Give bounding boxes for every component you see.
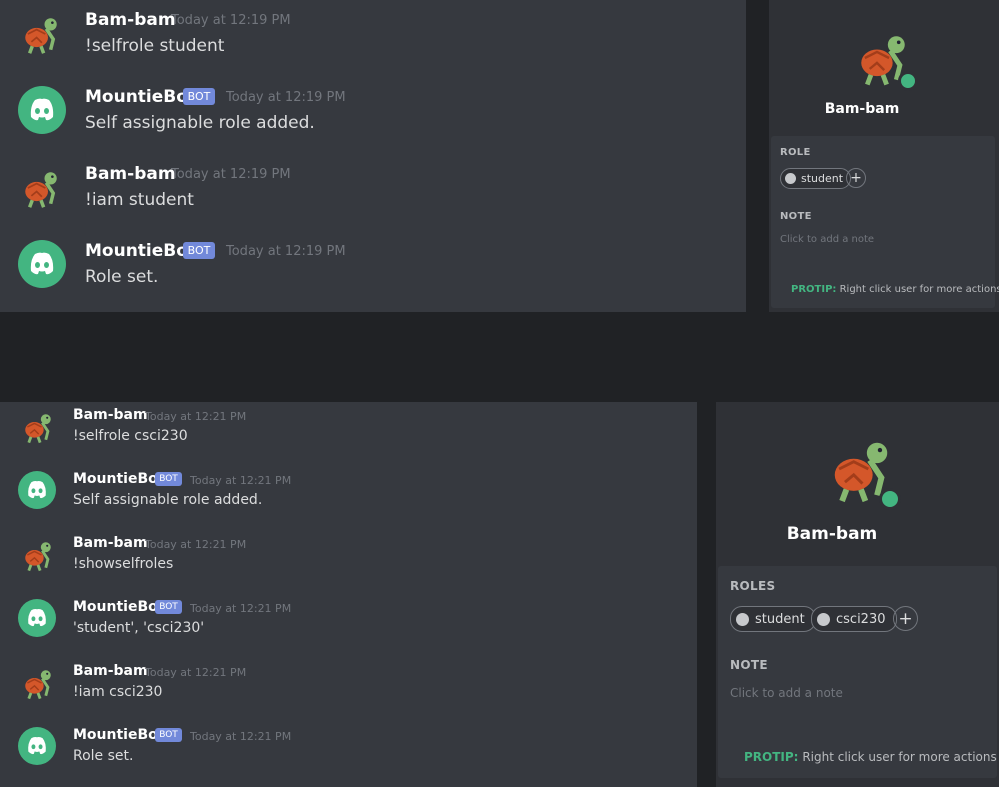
message-text: !selfrole csci230: [73, 428, 188, 444]
message: Bam-bam Today at 12:21 PM !showselfroles: [0, 530, 697, 594]
message: Bam-bam Today at 12:21 PM !iam csci230: [0, 658, 697, 722]
username[interactable]: MountieBot: [85, 87, 196, 107]
turtle-avatar[interactable]: [21, 665, 55, 701]
profile-body: ROLE student + NOTE Click to add a note …: [771, 136, 999, 308]
turtle-avatar[interactable]: [21, 537, 55, 573]
message-text: 'student', 'csci230': [73, 620, 205, 636]
turtle-avatar[interactable]: [20, 13, 62, 55]
add-role-button[interactable]: +: [893, 606, 918, 631]
timestamp: Today at 12:19 PM: [226, 90, 346, 105]
username[interactable]: MountieBot: [73, 727, 164, 743]
role-pill[interactable]: csci230: [811, 606, 897, 632]
username[interactable]: Bam-bam: [73, 407, 148, 423]
message-text: Role set.: [73, 748, 134, 764]
timestamp: Today at 12:19 PM: [171, 13, 291, 28]
protip-text: Right click user for more actions: [802, 750, 997, 764]
protip-label: PROTIP:: [744, 750, 799, 764]
message-text: !selfrole student: [85, 36, 225, 56]
bot-badge: BOT: [183, 88, 215, 105]
note-input[interactable]: Click to add a note: [730, 686, 843, 700]
timestamp: Today at 12:21 PM: [145, 538, 247, 551]
top-chat-panel: Bam-bam Today at 12:19 PM !selfrole stud…: [0, 0, 746, 312]
bot-badge: BOT: [155, 728, 182, 742]
timestamp: Today at 12:21 PM: [145, 410, 247, 423]
role-color-dot: [785, 173, 796, 184]
username[interactable]: MountieBot: [73, 471, 164, 487]
username[interactable]: Bam-bam: [73, 663, 148, 679]
message-text: !iam student: [85, 190, 194, 210]
message-text: Self assignable role added.: [73, 492, 263, 508]
add-role-button[interactable]: +: [846, 168, 866, 188]
top-profile-popout: Bam-bam ROLE student + NOTE Click to add…: [769, 0, 999, 312]
message-text: !iam csci230: [73, 684, 163, 700]
discord-avatar[interactable]: [18, 86, 66, 134]
note-input[interactable]: Click to add a note: [780, 234, 874, 245]
bottom-profile-popout: Bam-bam ROLES student csci230 + NOTE Cli…: [716, 402, 999, 787]
message: MountieBot BOT Today at 12:19 PM Role se…: [0, 231, 746, 308]
discord-avatar[interactable]: [18, 727, 56, 765]
bot-badge: BOT: [183, 242, 215, 259]
protip: PROTIP: Right click user for more action…: [744, 750, 997, 764]
timestamp: Today at 12:19 PM: [171, 167, 291, 182]
profile-name: Bam-bam: [786, 524, 878, 544]
online-status-icon: [898, 71, 918, 91]
role-name: csci230: [836, 611, 886, 627]
role-pill[interactable]: student: [730, 606, 816, 632]
message: Bam-bam Today at 12:19 PM !selfrole stud…: [0, 0, 746, 77]
username[interactable]: MountieBot: [73, 599, 164, 615]
message: MountieBot BOT Today at 12:19 PM Self as…: [0, 77, 746, 154]
note-label: NOTE: [730, 658, 768, 672]
turtle-avatar[interactable]: [21, 409, 55, 445]
roles-label: ROLES: [730, 579, 776, 593]
discord-avatar[interactable]: [18, 471, 56, 509]
timestamp: Today at 12:21 PM: [190, 474, 292, 487]
protip-label: PROTIP:: [791, 284, 837, 295]
message: MountieBot BOT Today at 12:21 PM Self as…: [0, 466, 697, 530]
roles-label: ROLE: [780, 147, 811, 158]
bot-badge: BOT: [155, 472, 182, 486]
discord-avatar[interactable]: [18, 240, 66, 288]
message: Bam-bam Today at 12:19 PM !iam student: [0, 154, 746, 231]
profile-name: Bam-bam: [824, 101, 900, 117]
username[interactable]: Bam-bam: [85, 10, 176, 30]
role-color-dot: [817, 612, 830, 626]
protip-text: Right click user for more actions: [839, 284, 999, 295]
message: MountieBot BOT Today at 12:21 PM Role se…: [0, 722, 697, 786]
profile-body: ROLES student csci230 + NOTE Click to ad…: [718, 566, 997, 778]
bot-badge: BOT: [155, 600, 182, 614]
message: MountieBot BOT Today at 12:21 PM 'studen…: [0, 594, 697, 658]
discord-avatar[interactable]: [18, 599, 56, 637]
message: Bam-bam Today at 12:21 PM !selfrole csci…: [0, 402, 697, 466]
role-color-dot: [736, 612, 749, 626]
username[interactable]: Bam-bam: [85, 164, 176, 184]
username[interactable]: Bam-bam: [73, 535, 148, 551]
timestamp: Today at 12:21 PM: [145, 666, 247, 679]
role-name: student: [801, 172, 844, 185]
online-status-icon: [879, 488, 901, 510]
bottom-chat-panel: Bam-bam Today at 12:21 PM !selfrole csci…: [0, 402, 697, 787]
message-text: Role set.: [85, 267, 159, 287]
timestamp: Today at 12:19 PM: [226, 244, 346, 259]
username[interactable]: MountieBot: [85, 241, 196, 261]
message-text: !showselfroles: [73, 556, 174, 572]
turtle-avatar[interactable]: [20, 167, 62, 209]
role-name: student: [755, 611, 805, 627]
timestamp: Today at 12:21 PM: [190, 730, 292, 743]
note-label: NOTE: [780, 211, 812, 222]
timestamp: Today at 12:21 PM: [190, 602, 292, 615]
role-pill[interactable]: student: [780, 168, 852, 189]
message-text: Self assignable role added.: [85, 113, 315, 133]
protip: PROTIP: Right click user for more action…: [791, 284, 999, 295]
